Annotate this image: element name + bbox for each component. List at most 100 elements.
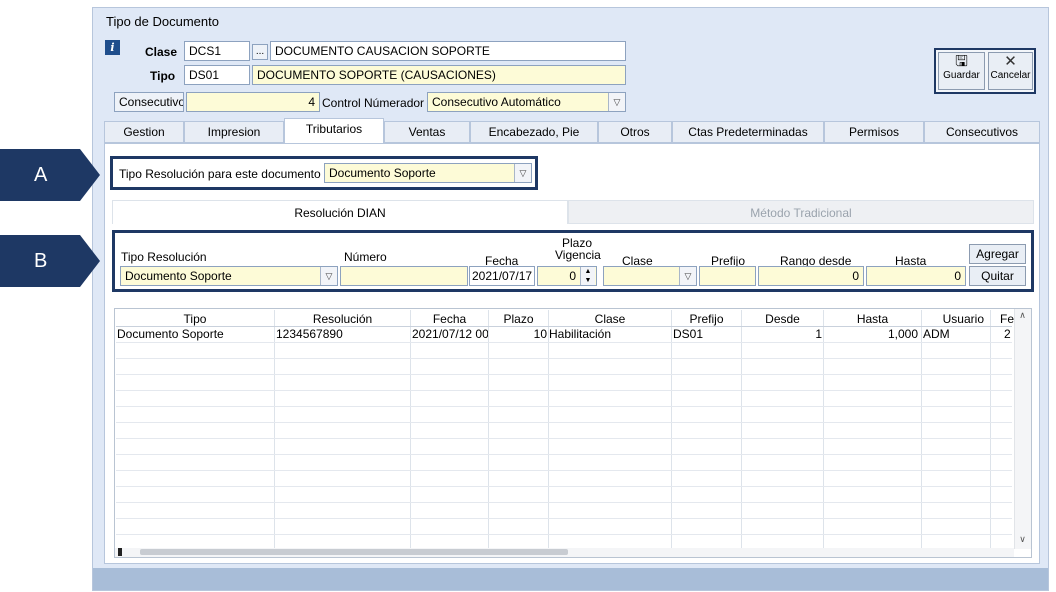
plazo-spinner[interactable]: ▲ ▼: [580, 267, 595, 285]
grid-divider: [823, 310, 824, 548]
tab-ventas[interactable]: Ventas: [384, 121, 470, 143]
tab-permisos[interactable]: Permisos: [824, 121, 924, 143]
cell-clase: Habilitación: [549, 327, 612, 341]
column-header-fe[interactable]: Fe: [1000, 312, 1014, 326]
clase-label: Clase: [145, 45, 178, 59]
grid-divider: [548, 310, 549, 548]
numero-field[interactable]: [340, 266, 468, 286]
tipo-code-field[interactable]: DS01: [184, 65, 250, 85]
numero-label: Número: [344, 250, 387, 264]
tipo-label: Tipo: [150, 69, 176, 83]
guardar-label: Guardar: [943, 70, 980, 81]
clase-code-field[interactable]: DCS1: [184, 41, 250, 61]
fecha-field[interactable]: 2021/07/17: [469, 266, 535, 286]
horizontal-scroll-thumb[interactable]: [140, 549, 568, 555]
column-header-prefijo[interactable]: Prefijo: [672, 312, 741, 326]
cell-resolucion: 1234567890: [276, 327, 343, 341]
cell-usuario: ADM: [923, 327, 950, 341]
annotation-a-label: A: [34, 164, 48, 186]
tipo-resolucion-doc-label: Tipo Resolución para este documento :: [119, 167, 328, 181]
tipo-resolucion-value: Documento Soporte: [125, 269, 232, 283]
hasta-field[interactable]: 0: [866, 266, 966, 286]
tab-tributarios[interactable]: Tributarios: [284, 118, 384, 144]
control-numerador-label: Control Númerador :: [322, 96, 431, 110]
cell-desde: 1: [815, 327, 822, 341]
control-numerador-select[interactable]: Consecutivo Automático: [427, 92, 626, 112]
status-bar: [93, 568, 1048, 590]
chevron-down-icon[interactable]: ▽: [679, 267, 696, 285]
prefijo-field[interactable]: [699, 266, 756, 286]
cell-prefijo: DS01: [673, 327, 704, 341]
scroll-up-icon[interactable]: ∧: [1015, 310, 1030, 324]
grid-row-line: [116, 422, 1012, 423]
grid-row-line: [116, 406, 1012, 407]
cell-fe: 2: [1004, 327, 1011, 341]
tipo-resolucion-doc-value: Documento Soporte: [329, 166, 436, 180]
cell-plazo: 10: [533, 327, 547, 341]
grid-divider: [274, 310, 275, 548]
grid-divider: [410, 310, 411, 548]
annotation-b-arrow: B: [0, 235, 100, 287]
column-header-hasta[interactable]: Hasta: [824, 312, 921, 326]
scroll-left-icon[interactable]: [118, 548, 122, 556]
spin-up-icon[interactable]: ▲: [581, 267, 595, 276]
clase-lookup-button[interactable]: ...: [252, 44, 268, 60]
cancelar-button[interactable]: ✕ Cancelar: [988, 52, 1033, 90]
consecutivo-label: Consecutivo: [114, 92, 184, 112]
subtab-metodo-tradicional[interactable]: Método Tradicional: [568, 200, 1034, 224]
guardar-button[interactable]: 🖫 Guardar: [938, 52, 985, 90]
grid-row-line: [116, 534, 1012, 535]
grid-row-line: [116, 486, 1012, 487]
column-header-clase[interactable]: Clase: [549, 312, 671, 326]
tipo-resolucion-doc-select[interactable]: Documento Soporte: [324, 163, 532, 183]
grid-divider: [741, 310, 742, 548]
tipo-resolucion-select[interactable]: Documento Soporte: [120, 266, 338, 286]
rango-desde-field[interactable]: 0: [758, 266, 864, 286]
grid-row-line: [116, 518, 1012, 519]
cancelar-label: Cancelar: [990, 70, 1031, 81]
column-header-resolucion[interactable]: Resolución: [275, 312, 410, 326]
consecutivo-field[interactable]: 4: [186, 92, 320, 112]
tab-otros[interactable]: Otros: [598, 121, 672, 143]
column-header-usuario[interactable]: Usuario: [922, 312, 990, 326]
resolutions-grid: [114, 308, 1032, 558]
chevron-down-icon[interactable]: ▽: [514, 164, 531, 182]
grid-row-line: [116, 470, 1012, 471]
info-icon[interactable]: i: [105, 40, 120, 55]
grid-divider: [990, 310, 991, 548]
tab-impresion[interactable]: Impresion: [184, 121, 284, 143]
cell-fecha: 2021/07/12 00: [412, 327, 488, 341]
tab-ctas-predeterminadas[interactable]: Ctas Predeterminadas: [672, 121, 824, 143]
annotation-b-label: B: [34, 250, 48, 272]
clase-description-field[interactable]: DOCUMENTO CAUSACION SOPORTE: [270, 41, 626, 61]
tab-encabezado-pie[interactable]: Encabezado, Pie: [470, 121, 598, 143]
agregar-button[interactable]: Agregar: [969, 244, 1026, 264]
tipo-resolucion-label: Tipo Resolución: [121, 250, 207, 264]
column-header-tipo[interactable]: Tipo: [116, 312, 274, 326]
tipo-description-field[interactable]: DOCUMENTO SOPORTE (CAUSACIONES): [252, 65, 626, 85]
vertical-scrollbar[interactable]: [1014, 309, 1031, 549]
column-header-plazo[interactable]: Plazo: [489, 312, 548, 326]
grid-row-line: [116, 438, 1012, 439]
grid-divider: [488, 310, 489, 548]
save-icon: 🖫: [955, 53, 968, 70]
scroll-down-icon[interactable]: ∨: [1015, 534, 1030, 548]
column-header-desde[interactable]: Desde: [742, 312, 823, 326]
grid-row-line: [116, 374, 1012, 375]
grid-row-line: [116, 502, 1012, 503]
grid-row-line: [116, 342, 1012, 343]
column-header-fecha[interactable]: Fecha: [411, 312, 488, 326]
chevron-down-icon[interactable]: ▽: [608, 93, 625, 111]
chevron-down-icon[interactable]: ▽: [320, 267, 337, 285]
tab-gestion[interactable]: Gestion: [104, 121, 184, 143]
grid-row-line: [116, 390, 1012, 391]
grid-divider: [671, 310, 672, 548]
close-icon: ✕: [1004, 53, 1017, 70]
annotation-a-arrow: A: [0, 149, 100, 201]
grid-divider: [921, 310, 922, 548]
quitar-button[interactable]: Quitar: [969, 266, 1026, 286]
window-title: Tipo de Documento: [106, 14, 219, 29]
subtab-resolucion-dian[interactable]: Resolución DIAN: [112, 200, 568, 224]
spin-down-icon[interactable]: ▼: [581, 276, 595, 285]
tab-consecutivos[interactable]: Consecutivos: [924, 121, 1040, 143]
